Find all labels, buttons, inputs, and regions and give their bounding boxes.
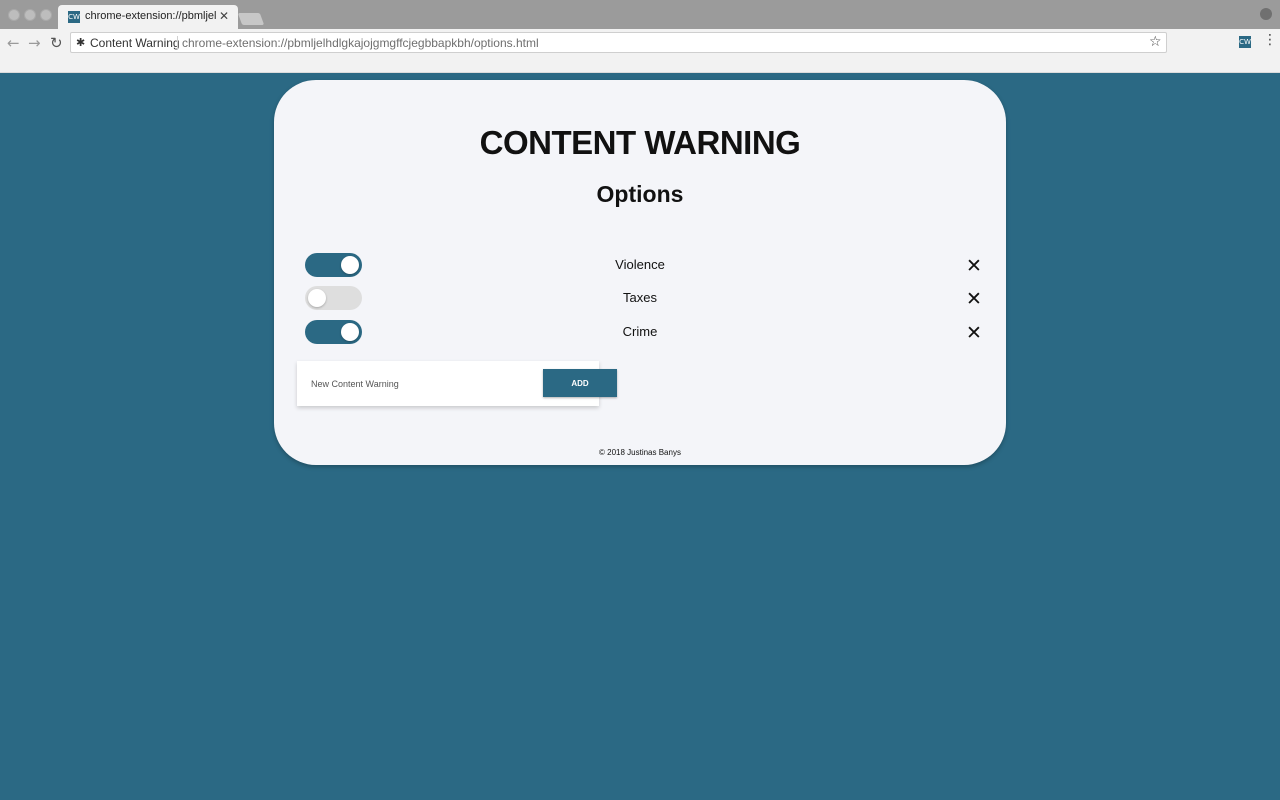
- star-icon[interactable]: ☆: [1149, 34, 1162, 50]
- tab-title: chrome-extension://pbmljelhdlgkajojgmgff…: [85, 10, 217, 22]
- close-icon[interactable]: ✕: [966, 256, 982, 276]
- warning-toggle[interactable]: [305, 253, 362, 277]
- warning-row: Crime ✕: [274, 320, 1006, 346]
- warning-label: Violence: [615, 257, 665, 272]
- address-separator: [177, 36, 178, 50]
- window-minimize-button[interactable]: [24, 9, 36, 21]
- toggle-knob: [341, 256, 359, 274]
- new-warning-input[interactable]: [297, 361, 537, 406]
- window-maximize-button[interactable]: [40, 9, 52, 21]
- warning-toggle[interactable]: [305, 320, 362, 344]
- close-icon[interactable]: ✕: [966, 289, 982, 309]
- extension-icon[interactable]: CW: [1239, 36, 1251, 48]
- reload-icon[interactable]: ↻: [50, 34, 63, 52]
- browser-tab[interactable]: CW chrome-extension://pbmljelhdlgkajojgm…: [58, 5, 238, 29]
- address-bar[interactable]: ✱ Content Warning chrome-extension://pbm…: [70, 32, 1167, 53]
- warning-row: Violence ✕: [274, 253, 1006, 279]
- footer-copyright: © 2018 Justinas Banys: [599, 448, 681, 457]
- new-tab-button[interactable]: [237, 13, 265, 25]
- tab-close-icon[interactable]: ✕: [219, 9, 229, 23]
- site-label: Content Warning: [90, 36, 180, 50]
- warning-row: Taxes ✕: [274, 286, 1006, 312]
- toggle-knob: [308, 289, 326, 307]
- add-button[interactable]: ADD: [543, 369, 617, 397]
- browser-tab-strip: CW chrome-extension://pbmljelhdlgkajojgm…: [0, 0, 1280, 29]
- window-close-button[interactable]: [8, 9, 20, 21]
- tab-favicon: CW: [68, 11, 80, 23]
- toggle-knob: [341, 323, 359, 341]
- close-icon[interactable]: ✕: [966, 323, 982, 343]
- forward-arrow-icon[interactable]: →: [28, 34, 41, 52]
- browser-toolbar: ← → ↻ ✱ Content Warning chrome-extension…: [0, 29, 1280, 73]
- warning-label: Crime: [622, 324, 658, 339]
- warning-toggle[interactable]: [305, 286, 362, 310]
- options-card: CONTENT WARNING Options Violence ✕ Taxes…: [274, 80, 1006, 465]
- url-text[interactable]: chrome-extension://pbmljelhdlgkajojgmgff…: [182, 36, 539, 50]
- warning-label: Taxes: [623, 290, 657, 305]
- menu-dots-icon[interactable]: ⋮: [1263, 32, 1277, 48]
- puzzle-icon: ✱: [76, 36, 86, 49]
- page-title: CONTENT WARNING: [479, 124, 801, 161]
- page-subtitle: Options: [596, 181, 684, 207]
- back-arrow-icon[interactable]: ←: [7, 34, 20, 52]
- profile-icon[interactable]: [1260, 8, 1272, 20]
